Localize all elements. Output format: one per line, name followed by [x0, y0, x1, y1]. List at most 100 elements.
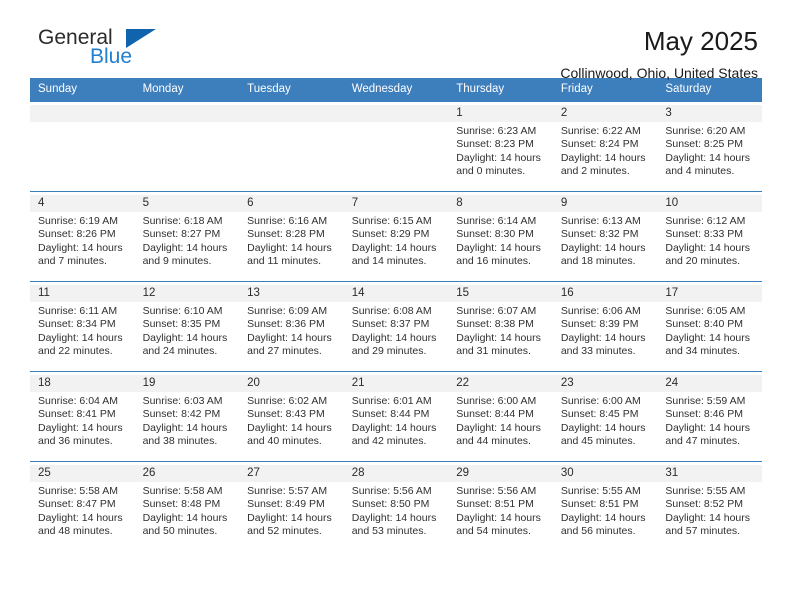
day-number: 28 [343, 465, 449, 482]
sunrise-text: Sunrise: 6:15 AM [351, 215, 432, 227]
day-detail-lines: Sunrise: 6:13 AM Sunset: 8:32 PM Daylight:… [561, 212, 651, 269]
day-detail-lines: Sunrise: 6:20 AM Sunset: 8:25 PM Daylight:… [665, 122, 755, 179]
sunrise-text: Sunrise: 6:07 AM [456, 305, 537, 317]
daylight-text: Daylight: 14 hours [560, 151, 646, 164]
daylight-text-cont: and 18 minutes. [560, 255, 636, 268]
calendar-week-row: 4 Sunrise: 6:19 AM Sunset: 8:26 PM Daylight… [30, 191, 762, 282]
calendar-day-cell[interactable]: 6 Sunrise: 6:16 AM Sunset: 8:28 PM Daylight… [239, 191, 344, 282]
calendar-day-cell[interactable]: 4 Sunrise: 6:19 AM Sunset: 8:26 PM Daylight… [30, 191, 135, 282]
calendar-day-cell[interactable]: 28 Sunrise: 5:56 AM Sunset: 8:50 PM Dayligh… [343, 461, 449, 551]
daylight-text: Daylight: 14 hours [38, 511, 123, 524]
page-subtitle: Collinwood, Ohio, United States [560, 65, 758, 81]
day-number: 10 [657, 195, 762, 212]
calendar-day-cell[interactable]: 3 Sunrise: 6:20 AM Sunset: 8:25 PM Daylight… [657, 101, 762, 192]
day-detail-lines: Sunrise: 6:09 AM Sunset: 8:36 PM Daylight:… [247, 302, 337, 359]
sunset-text: Sunset: 8:49 PM [247, 498, 325, 511]
calendar-day-cell[interactable]: 1 Sunrise: 6:23 AM Sunset: 8:23 PM Daylight… [448, 101, 553, 192]
calendar-day-cell[interactable]: 13 Sunrise: 6:09 AM Sunset: 8:36 PM Dayligh… [239, 281, 344, 372]
daylight-text: Daylight: 14 hours [142, 241, 228, 254]
calendar-week-row: 11 Sunrise: 6:11 AM Sunset: 8:34 PM Dayligh… [30, 281, 762, 372]
daylight-text-cont: and 16 minutes. [456, 255, 531, 268]
calendar-day-cell[interactable]: 7 Sunrise: 6:15 AM Sunset: 8:29 PM Daylight… [343, 191, 449, 282]
calendar-day-cell[interactable]: 20 Sunrise: 6:02 AM Sunset: 8:43 PM Dayligh… [239, 371, 344, 462]
day-number: 12 [134, 285, 240, 302]
sunset-text: Sunset: 8:39 PM [560, 318, 639, 331]
sunrise-text: Sunrise: 6:06 AM [560, 305, 641, 317]
calendar-day-cell[interactable]: 2 Sunrise: 6:22 AM Sunset: 8:24 PM Daylight… [552, 101, 658, 192]
calendar-day-cell[interactable]: 16 Sunrise: 6:06 AM Sunset: 8:39 PM Dayligh… [552, 281, 658, 372]
day-number: 1 [448, 105, 553, 122]
day-detail-lines [352, 122, 442, 125]
day-detail-lines: Sunrise: 6:00 AM Sunset: 8:44 PM Daylight:… [456, 392, 546, 449]
sunset-text: Sunset: 8:45 PM [560, 408, 639, 421]
sunrise-text: Sunrise: 6:05 AM [665, 305, 746, 317]
calendar-day-cell[interactable]: 30 Sunrise: 5:55 AM Sunset: 8:51 PM Dayligh… [552, 461, 658, 551]
sunrise-text: Sunrise: 6:00 AM [560, 395, 641, 407]
calendar-week-row: 25 Sunrise: 5:58 AM Sunset: 8:47 PM Dayligh… [30, 461, 762, 551]
day-cell-inner: 8 Sunrise: 6:14 AM Sunset: 8:30 PM Daylight… [448, 192, 553, 281]
day-cell-inner: 2 Sunrise: 6:22 AM Sunset: 8:24 PM Daylight… [552, 102, 658, 191]
general-blue-logo[interactable]: General Blue [30, 26, 230, 74]
day-number: 31 [657, 465, 762, 482]
calendar-day-cell[interactable]: 21 Sunrise: 6:01 AM Sunset: 8:44 PM Dayligh… [343, 371, 449, 462]
daylight-text-cont: and 9 minutes. [142, 255, 212, 268]
day-detail-lines: Sunrise: 6:03 AM Sunset: 8:42 PM Daylight:… [143, 392, 233, 449]
day-detail-lines [247, 122, 337, 125]
day-detail-lines: Sunrise: 5:57 AM Sunset: 8:49 PM Daylight:… [247, 482, 337, 539]
page-header: General Blue May 2025 Collinwood, Ohio, … [30, 0, 762, 81]
sunrise-text: Sunrise: 6:09 AM [247, 305, 328, 317]
day-detail-lines: Sunrise: 5:58 AM Sunset: 8:47 PM Daylight:… [38, 482, 128, 539]
sunrise-text: Sunrise: 6:16 AM [247, 215, 328, 227]
sunrise-text: Sunrise: 6:08 AM [351, 305, 432, 317]
day-number [30, 105, 135, 122]
day-cell-inner: 6 Sunrise: 6:16 AM Sunset: 8:28 PM Daylight… [239, 192, 344, 281]
day-detail-lines: Sunrise: 5:55 AM Sunset: 8:52 PM Daylight:… [665, 482, 755, 539]
calendar-day-cell[interactable]: 31 Sunrise: 5:55 AM Sunset: 8:52 PM Dayligh… [657, 461, 762, 551]
calendar-day-cell[interactable]: 27 Sunrise: 5:57 AM Sunset: 8:49 PM Dayligh… [239, 461, 344, 551]
calendar-day-cell[interactable]: 8 Sunrise: 6:14 AM Sunset: 8:30 PM Daylight… [448, 191, 553, 282]
title-block: May 2025 Collinwood, Ohio, United States [560, 26, 762, 82]
calendar-day-cell[interactable]: 18 Sunrise: 6:04 AM Sunset: 8:41 PM Dayligh… [30, 371, 135, 462]
calendar-day-cell-empty [343, 101, 449, 192]
day-number: 17 [657, 285, 762, 302]
calendar-day-cell[interactable]: 9 Sunrise: 6:13 AM Sunset: 8:32 PM Daylight… [552, 191, 658, 282]
daylight-text-cont: and 20 minutes. [665, 255, 741, 268]
calendar-day-cell[interactable]: 26 Sunrise: 5:58 AM Sunset: 8:48 PM Dayligh… [134, 461, 240, 551]
day-detail-lines: Sunrise: 5:55 AM Sunset: 8:51 PM Daylight:… [561, 482, 651, 539]
daylight-text: Daylight: 14 hours [456, 331, 541, 344]
calendar-day-cell[interactable]: 17 Sunrise: 6:05 AM Sunset: 8:40 PM Dayligh… [657, 281, 762, 372]
day-number: 6 [239, 195, 344, 212]
daylight-text-cont: and 34 minutes. [665, 345, 741, 358]
day-detail-lines: Sunrise: 6:15 AM Sunset: 8:29 PM Daylight:… [352, 212, 442, 269]
calendar-day-cell[interactable]: 23 Sunrise: 6:00 AM Sunset: 8:45 PM Dayligh… [552, 371, 658, 462]
calendar-day-cell[interactable]: 24 Sunrise: 5:59 AM Sunset: 8:46 PM Dayligh… [657, 371, 762, 462]
calendar-day-cell-empty [239, 101, 344, 192]
daylight-text: Daylight: 14 hours [560, 331, 646, 344]
day-detail-lines: Sunrise: 6:10 AM Sunset: 8:35 PM Daylight:… [143, 302, 233, 359]
sunset-text: Sunset: 8:47 PM [38, 498, 116, 511]
day-cell-inner: 26 Sunrise: 5:58 AM Sunset: 8:48 PM Dayligh… [134, 462, 240, 551]
day-number [134, 105, 240, 122]
weekday-header-monday: Monday [134, 78, 240, 102]
calendar-day-cell[interactable]: 10 Sunrise: 6:12 AM Sunset: 8:33 PM Dayligh… [657, 191, 762, 282]
day-detail-lines: Sunrise: 5:56 AM Sunset: 8:50 PM Daylight:… [352, 482, 442, 539]
daylight-text-cont: and 24 minutes. [142, 345, 218, 358]
calendar-body: 1 Sunrise: 6:23 AM Sunset: 8:23 PM Daylight… [30, 101, 762, 551]
daylight-text: Daylight: 14 hours [38, 241, 123, 254]
calendar-day-cell[interactable]: 19 Sunrise: 6:03 AM Sunset: 8:42 PM Dayligh… [134, 371, 240, 462]
weekday-header-sunday: Sunday [30, 78, 135, 102]
sunrise-text: Sunrise: 5:56 AM [456, 485, 537, 497]
day-cell-inner [30, 102, 135, 191]
calendar-day-cell[interactable]: 15 Sunrise: 6:07 AM Sunset: 8:38 PM Dayligh… [448, 281, 553, 372]
calendar-day-cell[interactable]: 5 Sunrise: 6:18 AM Sunset: 8:27 PM Daylight… [134, 191, 240, 282]
daylight-text: Daylight: 14 hours [38, 421, 123, 434]
calendar-day-cell[interactable]: 22 Sunrise: 6:00 AM Sunset: 8:44 PM Dayligh… [448, 371, 553, 462]
calendar-day-cell[interactable]: 11 Sunrise: 6:11 AM Sunset: 8:34 PM Dayligh… [30, 281, 135, 372]
calendar-day-cell[interactable]: 14 Sunrise: 6:08 AM Sunset: 8:37 PM Dayligh… [343, 281, 449, 372]
calendar-day-cell[interactable]: 12 Sunrise: 6:10 AM Sunset: 8:35 PM Dayligh… [134, 281, 240, 372]
calendar-day-cell[interactable]: 29 Sunrise: 5:56 AM Sunset: 8:51 PM Dayligh… [448, 461, 553, 551]
calendar-day-cell[interactable]: 25 Sunrise: 5:58 AM Sunset: 8:47 PM Dayligh… [30, 461, 135, 551]
sunrise-text: Sunrise: 6:01 AM [351, 395, 432, 407]
day-detail-lines: Sunrise: 6:06 AM Sunset: 8:39 PM Daylight:… [561, 302, 651, 359]
daylight-text: Daylight: 14 hours [351, 331, 437, 344]
